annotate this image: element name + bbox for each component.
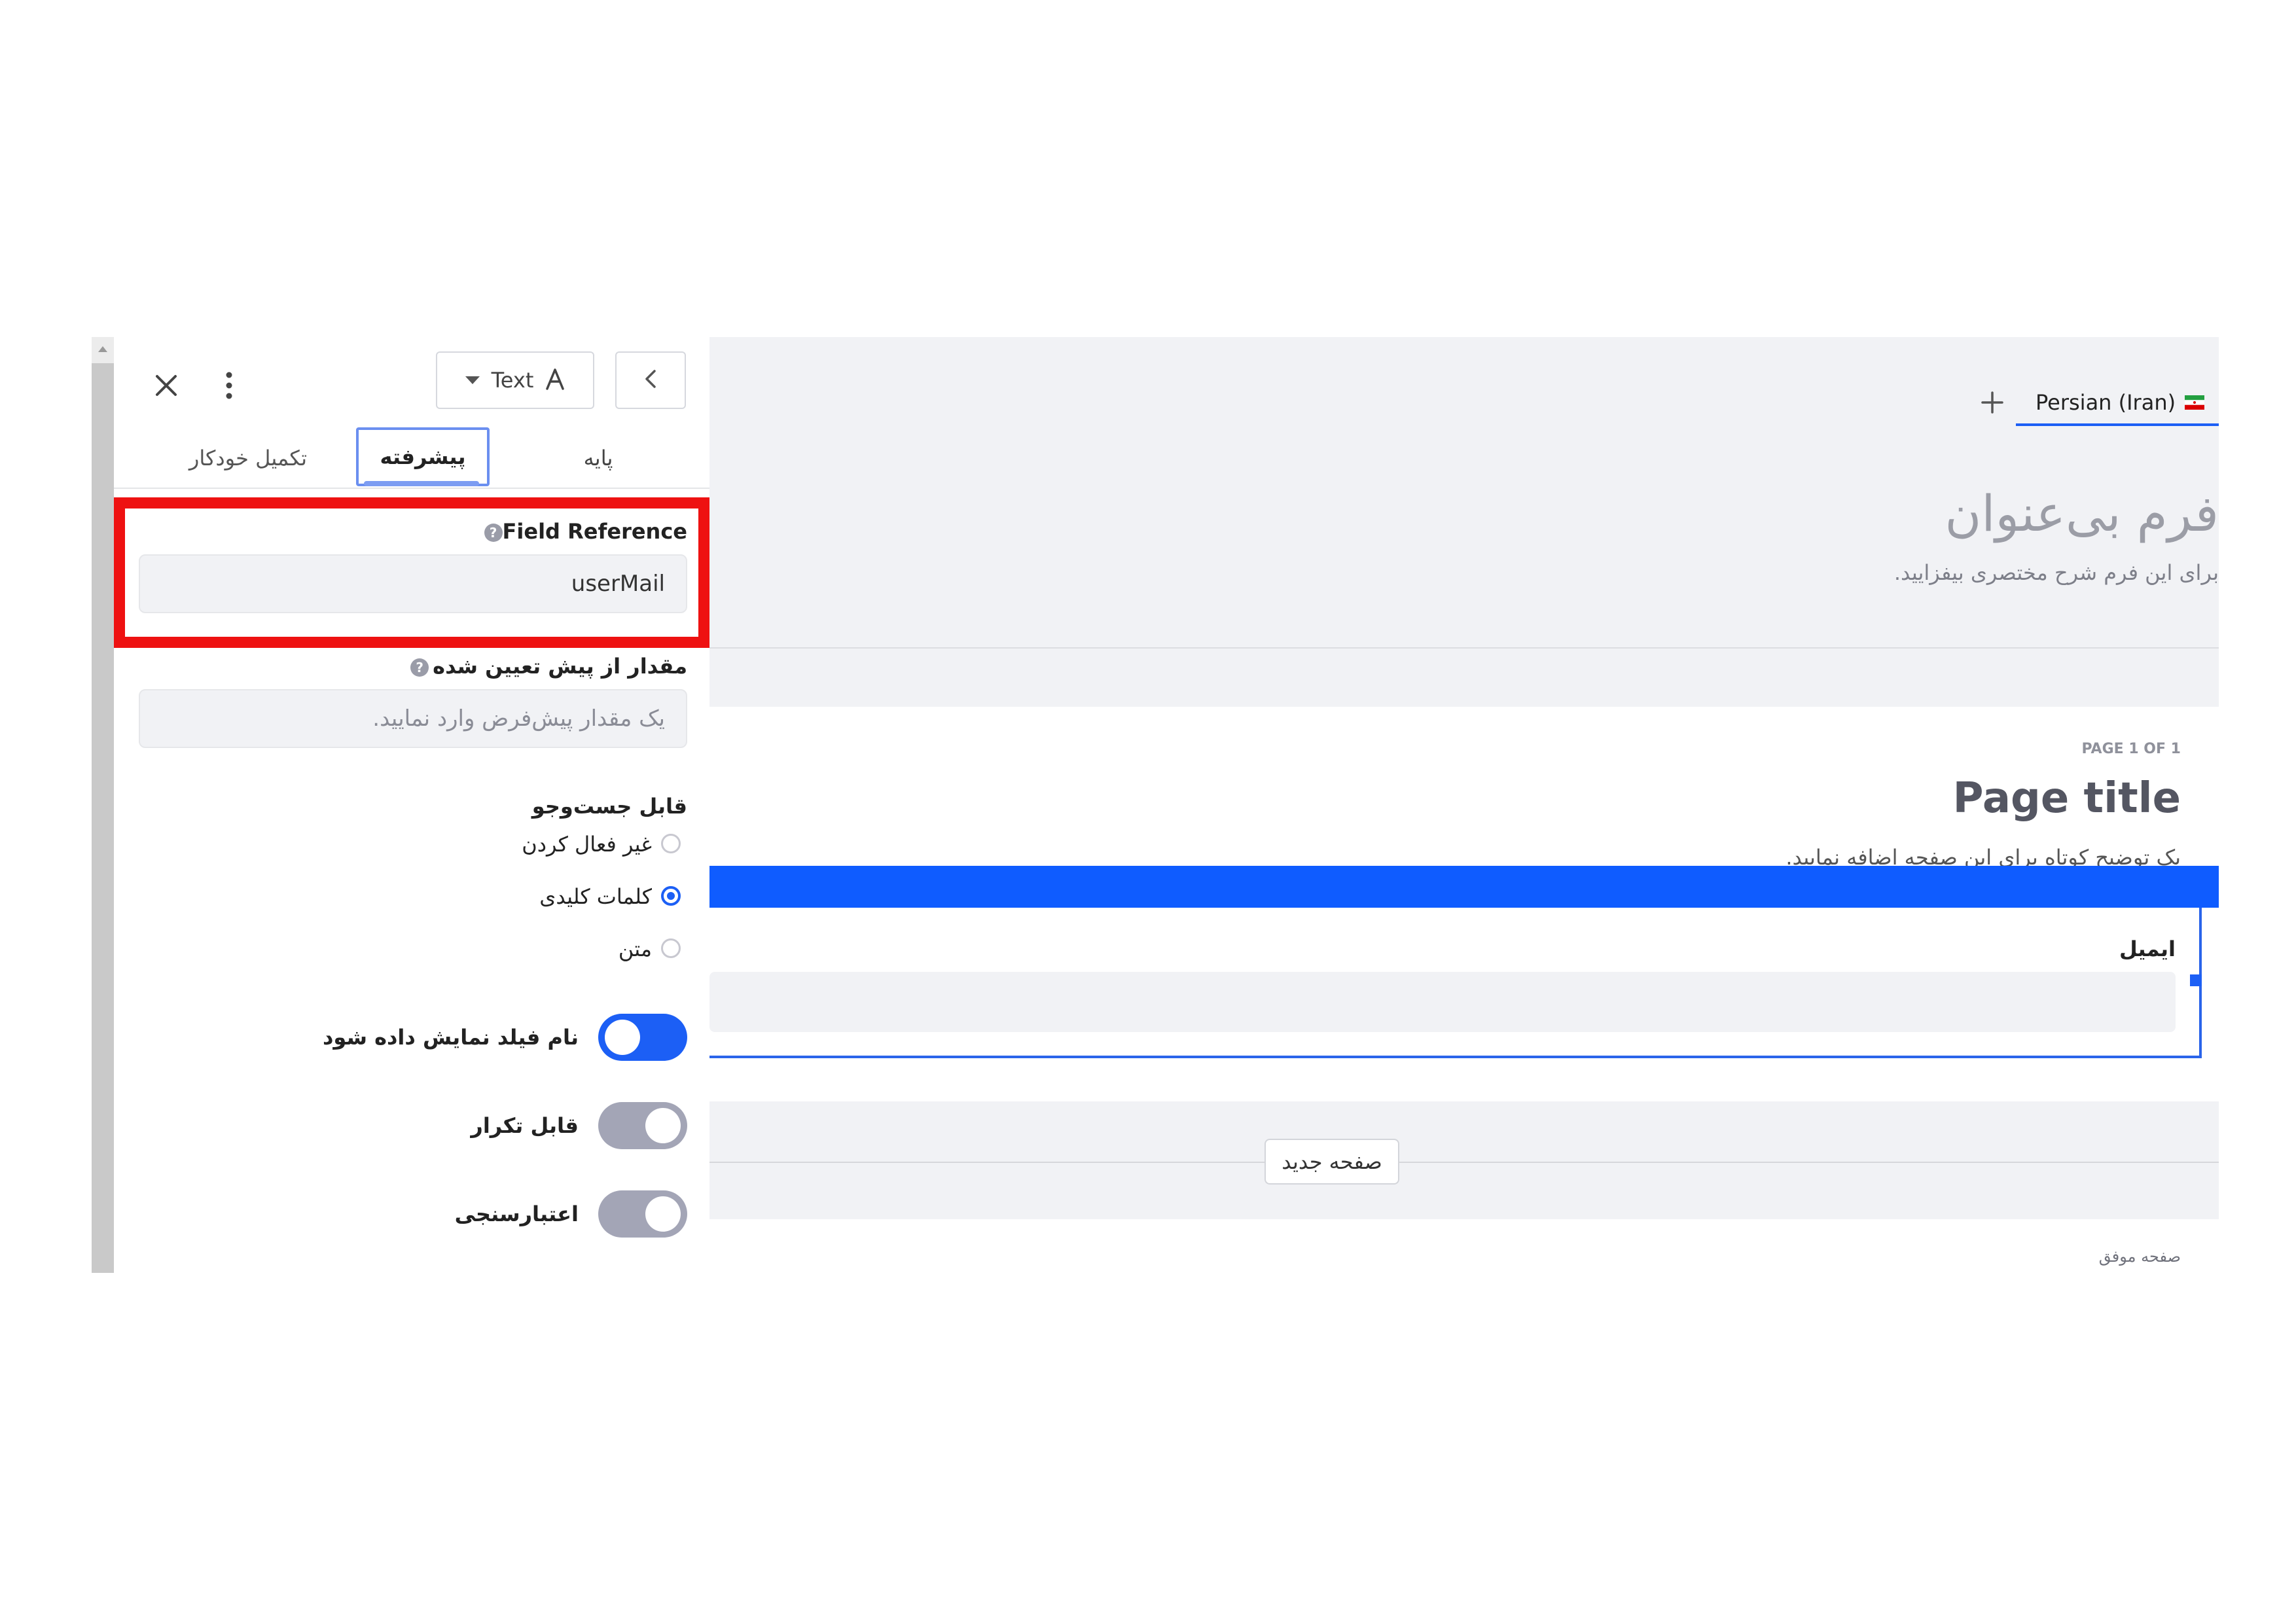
help-icon[interactable]: ?	[484, 524, 503, 542]
sidebar-scrollbar[interactable]	[92, 337, 114, 1273]
radio-keywords-label: کلمات کلیدی	[539, 884, 652, 909]
chevron-left-icon	[643, 369, 658, 391]
searchable-label: قابل جست‌وجو	[531, 794, 687, 819]
tab-autocomplete-label: تکمیل خودکار	[188, 446, 308, 471]
email-field-input[interactable]	[709, 972, 2176, 1032]
field-reference-label: ? Field Reference	[192, 515, 687, 548]
language-tab[interactable]: Persian (Iran)	[2016, 382, 2219, 426]
field-settings-sidebar: Text پیشرفته پایه تکمیل خودکار ? Field Re…	[114, 337, 709, 1273]
radio-keywords[interactable]	[661, 886, 681, 906]
toggle-show-field-name[interactable]	[598, 1014, 687, 1061]
iran-flag-icon	[2185, 395, 2205, 410]
new-page-area	[709, 1101, 2219, 1219]
radio-text-label: متن	[618, 936, 652, 961]
page-indicator: PAGE 1 OF 1	[2081, 741, 2181, 757]
tabs-divider	[114, 488, 709, 489]
caret-down-icon	[465, 376, 480, 384]
tab-basic-label: پایه	[583, 446, 613, 471]
toggle-validation-label: اعتبارسنجی	[454, 1202, 579, 1226]
help-icon[interactable]: ?	[410, 658, 429, 677]
radio-disable-label: غیر فعال کردن	[522, 832, 652, 857]
field-type-selector[interactable]: Text	[436, 351, 594, 409]
back-button[interactable]	[615, 351, 686, 409]
header-divider	[709, 647, 2219, 649]
default-value-input[interactable]: یک مقدار پیش‌فرض وارد نمایید.	[139, 689, 687, 748]
new-page-divider	[709, 1162, 2219, 1163]
close-icon[interactable]	[143, 362, 190, 409]
default-value-label: مقدار از پیش تعیین شده?	[192, 650, 687, 683]
tab-basic[interactable]: پایه	[507, 442, 690, 474]
language-tab-label: Persian (Iran)	[2036, 390, 2176, 415]
add-language-plus-icon[interactable]	[1973, 376, 2012, 429]
radio-disable[interactable]	[661, 834, 681, 853]
tab-autocomplete[interactable]: تکمیل خودکار	[153, 442, 343, 474]
selected-field-toolbar[interactable]	[709, 866, 2219, 908]
toggle-validation[interactable]	[598, 1190, 687, 1238]
field-type-label: Text	[491, 368, 534, 393]
form-editor: Persian (Iran) فرم بی‌عنوان برای این فرم…	[709, 337, 2219, 1273]
toggle-repeatable[interactable]	[598, 1102, 687, 1149]
resize-handle[interactable]	[2190, 974, 2202, 986]
toggle-repeatable-label: قابل تکرار	[471, 1113, 579, 1138]
text-type-icon	[545, 368, 565, 393]
active-tab-indicator	[364, 481, 479, 486]
new-page-button[interactable]: صفحه جدید	[1265, 1139, 1399, 1185]
form-title[interactable]: فرم بی‌عنوان	[709, 474, 2219, 553]
success-page-label[interactable]: صفحه موفق	[1953, 1240, 2181, 1273]
tab-advanced[interactable]: پیشرفته	[356, 427, 490, 486]
field-reference-input[interactable]: userMail	[139, 554, 687, 613]
more-vertical-icon[interactable]	[209, 362, 249, 409]
radio-text[interactable]	[661, 938, 681, 958]
tab-advanced-label: پیشرفته	[380, 444, 466, 469]
scroll-up-arrow-icon[interactable]	[92, 337, 114, 363]
page-title[interactable]: Page title	[1495, 766, 2181, 831]
form-description[interactable]: برای این فرم شرح مختصری بیفزایید.	[709, 553, 2219, 592]
email-field-label: ایمیل	[2119, 936, 2176, 961]
toggle-show-field-name-label: نام فیلد نمایش داده شود	[323, 1025, 579, 1050]
